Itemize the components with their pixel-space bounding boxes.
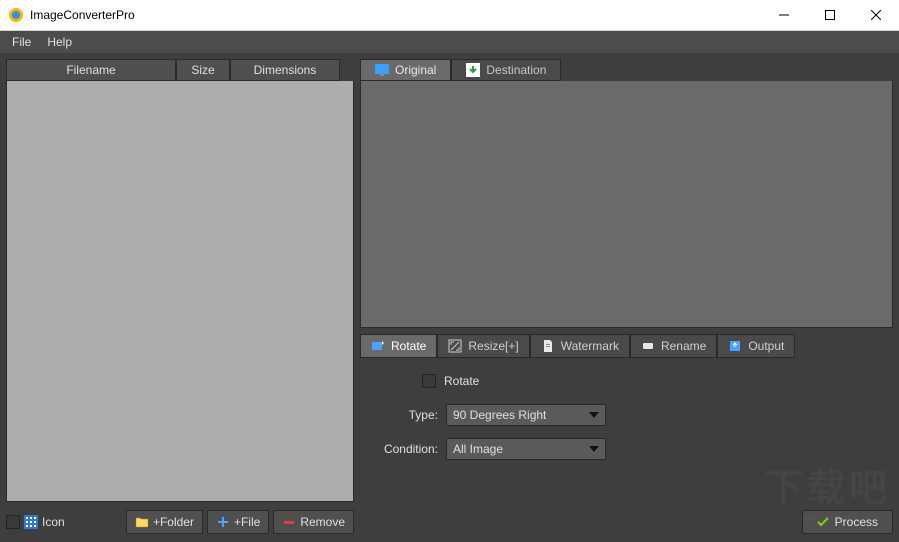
tab-original[interactable]: Original — [360, 59, 451, 81]
col-dimensions[interactable]: Dimensions — [230, 59, 340, 81]
plus-icon — [216, 515, 230, 529]
tab-destination[interactable]: Destination — [451, 59, 561, 81]
remove-button[interactable]: Remove — [273, 510, 354, 534]
rotate-type-row: Type: 90 Degrees Right — [368, 402, 885, 428]
export-icon — [728, 339, 742, 353]
rotate-checkbox-label: Rotate — [444, 374, 479, 388]
add-file-label: +File — [234, 515, 260, 529]
close-icon — [871, 10, 881, 20]
document-icon — [541, 339, 555, 353]
type-value: 90 Degrees Right — [453, 408, 546, 422]
titlebar: ImageConverterPro — [0, 0, 899, 31]
minimize-icon — [779, 10, 789, 20]
main-area: Filename Size Dimensions Icon +Folde — [0, 53, 899, 542]
monitor-icon — [375, 64, 389, 76]
tab-output-label: Output — [748, 339, 784, 353]
maximize-button[interactable] — [807, 0, 853, 30]
menu-help[interactable]: Help — [39, 33, 80, 51]
left-toolbar: Icon +Folder +File Remove — [6, 508, 354, 536]
add-folder-button[interactable]: +Folder — [126, 510, 203, 534]
window-title: ImageConverterPro — [30, 8, 761, 22]
maximize-icon — [825, 10, 835, 20]
right-panel: Original Destination Rotate Resize[+] — [360, 59, 893, 536]
grid-icon — [24, 515, 38, 529]
tab-resize[interactable]: Resize[+] — [437, 334, 529, 358]
minimize-button[interactable] — [761, 0, 807, 30]
close-button[interactable] — [853, 0, 899, 30]
preview-tabs: Original Destination — [360, 59, 893, 81]
app-icon — [8, 7, 24, 23]
process-label: Process — [835, 515, 878, 529]
rotate-panel: Rotate Type: 90 Degrees Right Condition:… — [360, 358, 893, 508]
add-folder-label: +Folder — [153, 515, 194, 529]
folder-icon — [135, 515, 149, 529]
operation-tabs: Rotate Resize[+] Watermark Rename Output — [360, 334, 893, 358]
minus-icon — [282, 515, 296, 529]
rotate-enable-row: Rotate — [368, 368, 885, 394]
process-button[interactable]: Process — [802, 510, 893, 534]
icon-view-toggle[interactable]: Icon — [6, 515, 65, 529]
preview-body — [360, 81, 893, 328]
tab-rename[interactable]: Rename — [630, 334, 717, 358]
tab-watermark[interactable]: Watermark — [530, 334, 630, 358]
rotate-checkbox[interactable] — [422, 374, 436, 388]
tab-rename-label: Rename — [661, 339, 706, 353]
col-filename[interactable]: Filename — [6, 59, 176, 81]
tag-icon — [641, 339, 655, 353]
tab-destination-label: Destination — [486, 63, 546, 77]
tab-rotate-label: Rotate — [391, 339, 426, 353]
file-table-body[interactable] — [6, 81, 354, 502]
rotate-icon — [371, 339, 385, 353]
check-icon — [817, 516, 829, 528]
tab-original-label: Original — [395, 63, 436, 77]
tab-output[interactable]: Output — [717, 334, 795, 358]
condition-value: All Image — [453, 442, 503, 456]
left-panel: Filename Size Dimensions Icon +Folde — [6, 59, 354, 536]
icon-checkbox[interactable] — [6, 515, 20, 529]
menubar: File Help — [0, 31, 899, 53]
resize-icon — [448, 339, 462, 353]
condition-select[interactable]: All Image — [446, 438, 606, 460]
type-label: Type: — [368, 408, 438, 422]
rotate-condition-row: Condition: All Image — [368, 436, 885, 462]
chevron-down-icon — [589, 412, 599, 418]
tab-resize-label: Resize[+] — [468, 339, 518, 353]
menu-file[interactable]: File — [4, 33, 39, 51]
tab-rotate[interactable]: Rotate — [360, 334, 437, 358]
remove-label: Remove — [300, 515, 345, 529]
file-table-header: Filename Size Dimensions — [6, 59, 354, 81]
type-select[interactable]: 90 Degrees Right — [446, 404, 606, 426]
icon-label: Icon — [42, 515, 65, 529]
bottom-bar: Process — [360, 508, 893, 536]
tab-watermark-label: Watermark — [561, 339, 619, 353]
condition-label: Condition: — [368, 442, 438, 456]
col-size[interactable]: Size — [176, 59, 230, 81]
arrow-down-icon — [466, 63, 480, 77]
chevron-down-icon — [589, 446, 599, 452]
add-file-button[interactable]: +File — [207, 510, 269, 534]
